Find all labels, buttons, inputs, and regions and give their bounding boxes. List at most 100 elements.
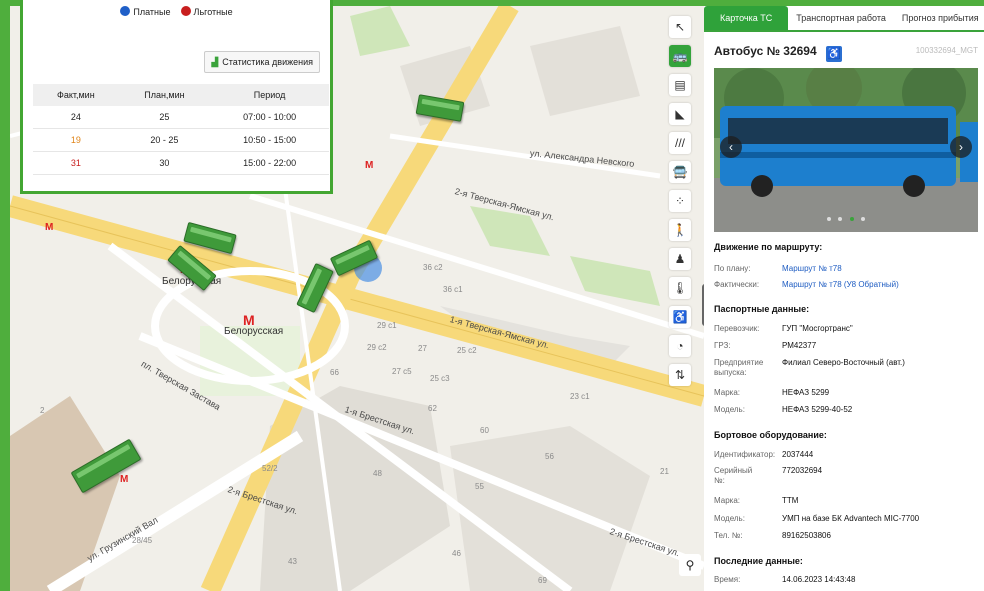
info-key: Модель:: [714, 514, 745, 523]
wheelchair-icon: ♿: [826, 46, 842, 62]
info-value: 14.06.2023 14:43:48: [782, 575, 856, 584]
info-key: Модель:: [714, 405, 745, 414]
building-number: 25 с3: [430, 374, 450, 383]
chart-icon: ▟: [211, 56, 219, 67]
building-number: 60: [480, 426, 489, 435]
station-label: Белорусская: [224, 326, 284, 337]
pedestrian-icon[interactable]: 🚶: [669, 219, 691, 241]
info-key: Фактически:: [714, 280, 760, 289]
building-number: 29 с2: [367, 343, 387, 352]
dispatcher-icon[interactable]: ♟: [669, 248, 691, 270]
info-value: ГУП "Мосгортранс": [782, 324, 853, 333]
legend-dot-paid: [120, 6, 131, 16]
last-data-section-title: Последние данные:: [714, 556, 803, 566]
building-number: 36 с1: [443, 285, 463, 294]
building-number: 23 с1: [570, 392, 590, 401]
info-value: 772032694: [782, 466, 823, 475]
plan-cell: 25: [118, 106, 211, 129]
info-value: 89162503806: [782, 531, 831, 540]
movement-stats-button[interactable]: ▟ Статистика движения: [204, 51, 320, 73]
info-value: НЕФАЗ 5299-40-52: [782, 405, 853, 414]
info-value: УМП на базе БК Advantech MIC-7700: [782, 514, 920, 523]
map-toolbar: ↖ 🚌 ▤ ◣ /// 🚍 ⁘ 🚶 ♟ 🌡 ♿ ◔ ⇅: [666, 16, 694, 393]
info-value: РМ42377: [782, 341, 817, 350]
stops-layer-icon[interactable]: ▤: [669, 74, 691, 96]
vehicle-card-panel: Карточка ТС Транспортная работа Прогноз …: [704, 6, 984, 591]
photo-pagination: [714, 210, 978, 224]
building-number: 69: [538, 576, 547, 585]
building-number: 36 с2: [423, 263, 443, 272]
stats-popup: Платные Льготные ▟ Статистика движения Ф…: [20, 0, 333, 194]
points-icon[interactable]: ⁘: [669, 190, 691, 212]
thermometer-icon[interactable]: 🌡: [669, 277, 691, 299]
interval-table: Факт,мин План,мин Период 24 25 07:00 - 1…: [33, 84, 329, 175]
info-key: Время:: [714, 575, 741, 584]
building-number: 66: [330, 368, 339, 377]
column-header: Факт,мин: [33, 84, 119, 106]
fact-cell: 31: [33, 151, 119, 175]
building-number: 52/2: [262, 464, 278, 473]
info-value: 2037444: [782, 450, 814, 459]
building-number: 27 с5: [392, 367, 412, 376]
route-section-title: Движение по маршруту:: [714, 242, 823, 252]
pagination-dot-active[interactable]: [849, 217, 854, 221]
plan-cell: 30: [118, 151, 211, 175]
building-number: 29 с1: [377, 321, 397, 330]
bus-photo-image: [714, 68, 978, 232]
pagination-dot[interactable]: [838, 217, 843, 221]
tab-bar: Карточка ТС Транспортная работа Прогноз …: [704, 6, 984, 32]
building-number: 46: [452, 549, 461, 558]
tab-transport-work[interactable]: Транспортная работа: [788, 6, 894, 30]
building-number: 56: [545, 452, 554, 461]
info-key: Марка:: [714, 388, 740, 397]
column-header: План,мин: [118, 84, 211, 106]
pagination-dot[interactable]: [826, 217, 831, 221]
info-key: Перевозчик:: [714, 324, 760, 333]
info-value: ТТМ: [782, 496, 799, 505]
planned-route-link[interactable]: Маршрут № т78: [782, 264, 842, 274]
building-number: 25 с2: [457, 346, 477, 355]
table-row: 31 30 15:00 - 22:00: [33, 151, 329, 175]
vehicle-id: 100332694_MGT: [915, 46, 978, 55]
tab-arrival-forecast[interactable]: Прогноз прибытия: [894, 6, 984, 30]
legend-label: Льготные: [193, 7, 233, 17]
accessibility-icon[interactable]: ♿: [669, 306, 691, 328]
building-number: 48: [373, 469, 382, 478]
route-tool-button[interactable]: ⚲: [679, 554, 701, 576]
actual-route-link[interactable]: Маршрут № т78 (У8 Обратный): [782, 280, 899, 290]
expand-icon[interactable]: ↖: [669, 16, 691, 38]
info-value: НЕФАЗ 5299: [782, 388, 830, 397]
vehicle-title: Автобус № 32694: [714, 44, 817, 58]
transfer-icon[interactable]: ⇅: [669, 364, 691, 386]
info-key: ГРЗ:: [714, 341, 731, 350]
building-number: 55: [475, 482, 484, 491]
plan-cell: 20 - 25: [118, 128, 211, 152]
pagination-dot[interactable]: [861, 217, 866, 221]
tab-vehicle-card[interactable]: Карточка ТС: [704, 6, 789, 30]
table-row: 24 25 07:00 - 10:00: [33, 106, 329, 129]
legend: Платные Льготные: [23, 6, 330, 17]
info-key: Тел. №:: [714, 531, 743, 540]
fact-cell: 24: [33, 106, 119, 129]
building-number: 21: [660, 467, 669, 476]
speedometer-icon[interactable]: ◔: [669, 335, 691, 357]
info-key: По плану:: [714, 264, 751, 273]
building-number: 43: [288, 557, 297, 566]
photo-next-button[interactable]: ›: [950, 136, 972, 158]
info-key: Предприятие выпуска:: [714, 358, 764, 377]
movement-stats-label: Статистика движения: [222, 57, 313, 67]
lanes-icon[interactable]: ///: [669, 132, 691, 154]
direction-icon[interactable]: ◣: [669, 103, 691, 125]
metro-icon: M: [45, 222, 54, 233]
bus-layer-icon[interactable]: 🚌: [669, 45, 691, 67]
info-value: Филиал Северо-Восточный (авт.): [782, 358, 905, 367]
column-header: Период: [210, 84, 329, 106]
building-number: 27: [418, 344, 427, 353]
fact-cell: 19: [33, 128, 119, 152]
building-number: 28/45: [132, 536, 153, 545]
photo-prev-button[interactable]: ‹: [720, 136, 742, 158]
trolleybus-icon[interactable]: 🚍: [669, 161, 691, 183]
metro-icon: M: [365, 160, 374, 171]
legend-label: Платные: [133, 7, 171, 17]
period-cell: 07:00 - 10:00: [210, 106, 329, 129]
